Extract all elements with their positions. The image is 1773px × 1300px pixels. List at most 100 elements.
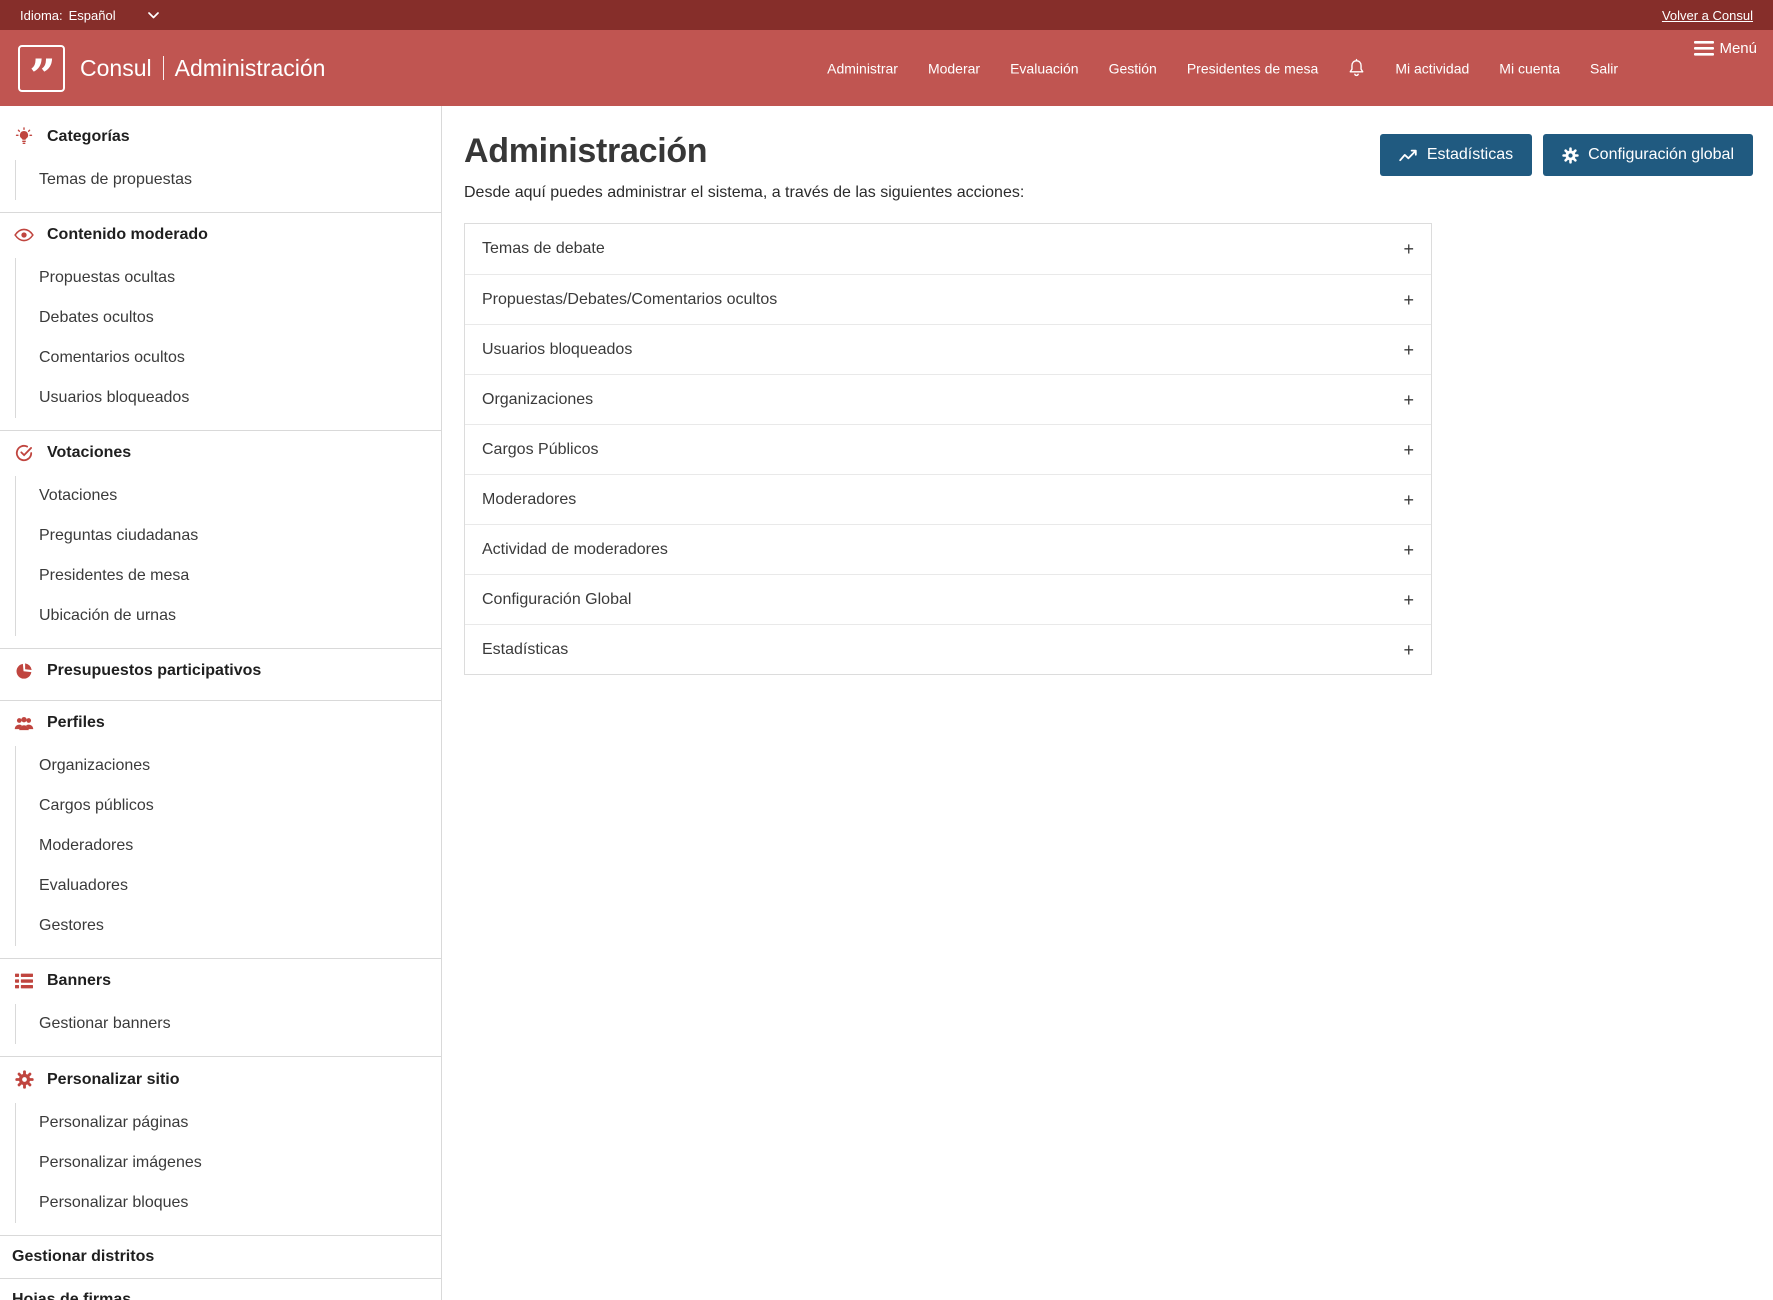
- page-title: Administración: [464, 132, 1024, 171]
- accordion-row-moderadores[interactable]: Moderadores +: [465, 474, 1431, 524]
- sidebar-item-personalizar-bloques[interactable]: Personalizar bloques: [16, 1183, 441, 1223]
- accordion-row-actividad-de-moderadores[interactable]: Actividad de moderadores +: [465, 524, 1431, 574]
- nav-evaluacion[interactable]: Evaluación: [1010, 60, 1079, 76]
- accordion-row-label: Organizaciones: [482, 391, 593, 409]
- accordion-row-label: Estadísticas: [482, 641, 568, 659]
- app-title-text: Administración: [175, 55, 326, 82]
- expand-plus-icon[interactable]: +: [1403, 441, 1414, 459]
- sidebar-section-presupuestos-participativos[interactable]: Presupuestos participativos: [0, 649, 441, 692]
- sidebar-item-ubicacion-de-urnas[interactable]: Ubicación de urnas: [16, 596, 441, 636]
- expand-plus-icon[interactable]: +: [1403, 391, 1414, 409]
- accordion-row-label: Temas de debate: [482, 240, 605, 258]
- sidebar-item-gestores[interactable]: Gestores: [16, 906, 441, 946]
- sidebar-section-label: Contenido moderado: [47, 226, 208, 244]
- nav-salir[interactable]: Salir: [1590, 60, 1618, 76]
- bell-icon: [1348, 59, 1365, 78]
- sidebar-section-label: Presupuestos participativos: [47, 662, 261, 680]
- gear-icon: [14, 1070, 34, 1089]
- sidebar-section-label: Perfiles: [47, 714, 105, 732]
- sidebar-item-gestionar-banners[interactable]: Gestionar banners: [16, 1004, 441, 1044]
- sidebar-section-banners[interactable]: Banners: [0, 959, 441, 1002]
- back-to-consul-link[interactable]: Volver a Consul: [1662, 8, 1753, 23]
- sidebar-item-moderadores[interactable]: Moderadores: [16, 826, 441, 866]
- sidebar-section-hojas-de-firmas[interactable]: Hojas de firmas: [0, 1279, 441, 1300]
- nav-gestion[interactable]: Gestión: [1109, 60, 1157, 76]
- expand-plus-icon[interactable]: +: [1403, 591, 1414, 609]
- sidebar-item-cargos-publicos[interactable]: Cargos públicos: [16, 786, 441, 826]
- nav-presidentes-de-mesa[interactable]: Presidentes de mesa: [1187, 60, 1319, 76]
- title-separator: [163, 56, 164, 80]
- sidebar-section-categorias[interactable]: Categorías: [0, 114, 441, 158]
- header-actions: Estadísticas Configuración global: [1380, 134, 1753, 176]
- statistics-button[interactable]: Estadísticas: [1380, 134, 1532, 176]
- sidebar-section-gestionar-distritos[interactable]: Gestionar distritos: [0, 1236, 441, 1278]
- nav-administrar[interactable]: Administrar: [827, 60, 898, 76]
- sidebar-item-propuestas-ocultas[interactable]: Propuestas ocultas: [16, 258, 441, 298]
- nav-mi-cuenta[interactable]: Mi cuenta: [1499, 60, 1560, 76]
- notifications-link[interactable]: [1348, 59, 1365, 78]
- admin-main: Administración Desde aquí puedes adminis…: [442, 106, 1773, 1300]
- sidebar-item-organizaciones[interactable]: Organizaciones: [16, 746, 441, 786]
- accordion-row-label: Moderadores: [482, 491, 576, 509]
- language-bar: Idioma: Español Volver a Consul: [0, 0, 1773, 30]
- sidebar-item-usuarios-bloqueados[interactable]: Usuarios bloqueados: [16, 378, 441, 418]
- consul-logo[interactable]: ”: [18, 45, 65, 92]
- admin-actions-accordion: Temas de debate + Propuestas/Debates/Com…: [464, 223, 1432, 675]
- accordion-row-temas-de-debate[interactable]: Temas de debate +: [465, 224, 1431, 274]
- sidebar-section-personalizar-sitio[interactable]: Personalizar sitio: [0, 1057, 441, 1101]
- menu-label: Menú: [1719, 40, 1757, 57]
- language-dropdown[interactable]: Idioma: Español: [20, 8, 159, 23]
- sidebar-item-personalizar-paginas[interactable]: Personalizar páginas: [16, 1103, 441, 1143]
- sidebar-section-label: Votaciones: [47, 444, 131, 462]
- header-title: Consul Administración: [80, 55, 325, 82]
- eye-icon: [14, 228, 34, 242]
- sidebar-section-votaciones[interactable]: Votaciones: [0, 431, 441, 474]
- accordion-row-estadisticas[interactable]: Estadísticas +: [465, 624, 1431, 674]
- sidebar-item-preguntas-ciudadanas[interactable]: Preguntas ciudadanas: [16, 516, 441, 556]
- accordion-row-label: Cargos Públicos: [482, 441, 599, 459]
- page-intro: Administración Desde aquí puedes adminis…: [464, 132, 1024, 202]
- accordion-row-usuarios-bloqueados[interactable]: Usuarios bloqueados +: [465, 324, 1431, 374]
- chart-line-icon: [1399, 148, 1418, 163]
- expand-plus-icon[interactable]: +: [1403, 541, 1414, 559]
- lightbulb-icon: [14, 127, 34, 146]
- nav-moderar[interactable]: Moderar: [928, 60, 980, 76]
- expand-plus-icon[interactable]: +: [1403, 291, 1414, 309]
- statistics-button-label: Estadísticas: [1427, 146, 1513, 164]
- accordion-row-cargos-publicos[interactable]: Cargos Públicos +: [465, 424, 1431, 474]
- brand-text: Consul: [80, 55, 152, 82]
- list-icon: [14, 973, 34, 989]
- global-settings-button-label: Configuración global: [1588, 146, 1734, 164]
- sidebar-item-presidentes-de-mesa[interactable]: Presidentes de mesa: [16, 556, 441, 596]
- accordion-row-label: Usuarios bloqueados: [482, 341, 632, 359]
- sidebar-item-debates-ocultos[interactable]: Debates ocultos: [16, 298, 441, 338]
- sidebar-section-label: Categorías: [47, 128, 130, 146]
- global-settings-button[interactable]: Configuración global: [1543, 134, 1753, 176]
- accordion-row-ocultos[interactable]: Propuestas/Debates/Comentarios ocultos +: [465, 274, 1431, 324]
- admin-sidebar: Categorías Temas de propuestas Contenido…: [0, 106, 442, 1300]
- accordion-row-label: Actividad de moderadores: [482, 541, 668, 559]
- admin-header: ” Consul Administración Administrar Mode…: [0, 30, 1773, 106]
- expand-plus-icon[interactable]: +: [1403, 641, 1414, 659]
- expand-plus-icon[interactable]: +: [1403, 491, 1414, 509]
- sidebar-section-perfiles[interactable]: Perfiles: [0, 701, 441, 744]
- page-description: Desde aquí puedes administrar el sistema…: [464, 184, 1024, 202]
- sidebar-item-evaluadores[interactable]: Evaluadores: [16, 866, 441, 906]
- sidebar-item-temas-de-propuestas[interactable]: Temas de propuestas: [16, 160, 441, 200]
- sidebar-section-label: Hojas de firmas: [12, 1291, 131, 1300]
- nav-mi-actividad[interactable]: Mi actividad: [1395, 60, 1469, 76]
- check-circle-icon: [14, 444, 34, 462]
- chevron-down-icon: [148, 12, 159, 19]
- sidebar-item-comentarios-ocultos[interactable]: Comentarios ocultos: [16, 338, 441, 378]
- accordion-row-configuracion-global[interactable]: Configuración Global +: [465, 574, 1431, 624]
- expand-plus-icon[interactable]: +: [1403, 341, 1414, 359]
- expand-plus-icon[interactable]: +: [1403, 240, 1414, 258]
- accordion-row-organizaciones[interactable]: Organizaciones +: [465, 374, 1431, 424]
- menu-button[interactable]: Menú: [1694, 40, 1757, 57]
- sidebar-item-votaciones[interactable]: Votaciones: [16, 476, 441, 516]
- sidebar-section-contenido-moderado[interactable]: Contenido moderado: [0, 213, 441, 256]
- gear-icon: [1562, 147, 1579, 164]
- sidebar-section-label: Gestionar distritos: [12, 1248, 154, 1266]
- sidebar-section-label: Banners: [47, 972, 111, 990]
- sidebar-item-personalizar-imagenes[interactable]: Personalizar imágenes: [16, 1143, 441, 1183]
